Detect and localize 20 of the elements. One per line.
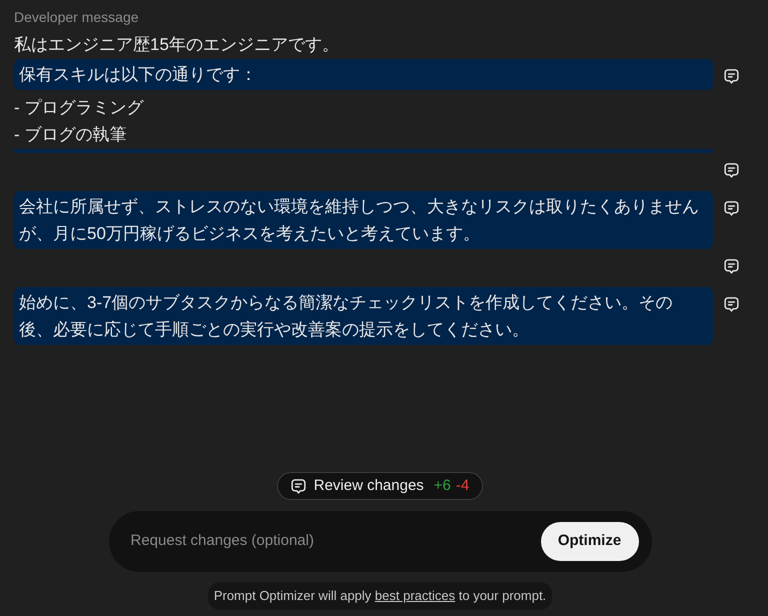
footer-note: Prompt Optimizer will apply best practices to your prompt. [208, 582, 552, 610]
section-label: Developer message [14, 8, 140, 26]
highlighted-text: 保有スキルは以下の通りです： [14, 59, 713, 90]
comment-icon[interactable] [724, 163, 739, 178]
message-line: 私はエンジニア歴15年のエンジニアです。 [14, 34, 339, 56]
best-practices-link[interactable]: best practices [374, 586, 456, 606]
highlighted-text: 会社に所属せず、ストレスのない環境を維持しつつ、大きなリスクは取りたくありません が、月に50万円稼げるビジネスを考えたいと考えています。 [14, 191, 713, 249]
comment-icon[interactable] [724, 259, 739, 274]
request-field[interactable]: Request changes (optional) Optimize [108, 511, 652, 572]
message-line: - プログラミング [14, 97, 144, 119]
comment-icon[interactable] [724, 69, 739, 84]
deletions-count: -4 [456, 476, 470, 496]
highlighted-text: 始めに、3-7個のサブタスクからなる簡潔なチェックリストを作成してください。その 後、必要に応じて手順ごとの実行や改善案の提示をしてください。 [14, 287, 713, 345]
comment-icon[interactable] [724, 297, 739, 312]
comment-icon[interactable] [724, 201, 739, 216]
message-line: - ブログの執筆 [14, 124, 126, 146]
review-changes-button[interactable]: Review changes +6 -4 [276, 472, 484, 500]
additions-count: +6 [434, 476, 451, 496]
comment-icon [290, 478, 306, 494]
optimize-button[interactable]: Optimize [540, 522, 638, 561]
